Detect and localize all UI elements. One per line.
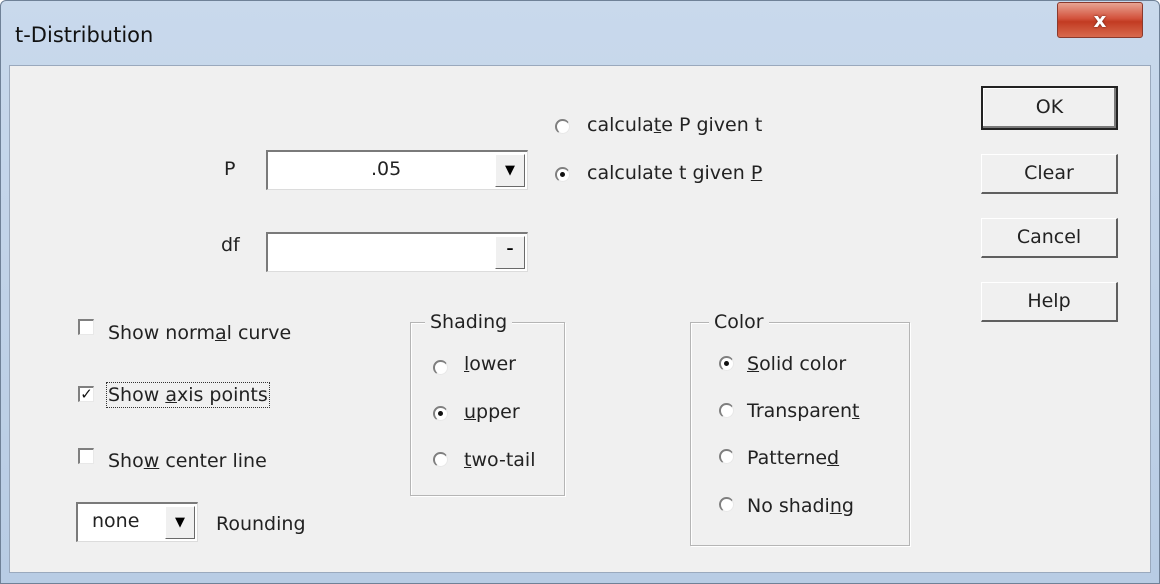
- rounding-value[interactable]: none: [92, 510, 139, 532]
- close-button[interactable]: x: [1057, 2, 1143, 38]
- show-normal-curve-checkbox[interactable]: [78, 319, 94, 335]
- dialog-window: t-Distribution x calculate P given t cal…: [0, 0, 1160, 584]
- radio-color-no-shading[interactable]: [719, 497, 734, 512]
- check-icon: ✓: [80, 385, 93, 403]
- radio-calculate-t[interactable]: [555, 167, 570, 182]
- df-combobox[interactable]: –: [266, 232, 528, 272]
- radio-color-patterned[interactable]: [719, 449, 734, 464]
- rounding-dropdown-button[interactable]: ▼: [165, 506, 195, 539]
- p-label: P: [224, 158, 236, 180]
- p-value[interactable]: .05: [371, 158, 401, 180]
- radio-color-solid[interactable]: [719, 356, 734, 371]
- show-axis-points-label[interactable]: Show axis points: [106, 382, 270, 408]
- p-dropdown-button[interactable]: ▼: [495, 154, 525, 187]
- radio-shading-two-tail-label[interactable]: two-tail: [464, 449, 535, 471]
- show-center-line-checkbox[interactable]: [78, 448, 94, 464]
- radio-color-solid-label[interactable]: Solid color: [747, 353, 846, 375]
- radio-color-transparent-label[interactable]: Transparent: [747, 400, 860, 422]
- p-combobox[interactable]: .05 ▼: [266, 150, 528, 190]
- shading-group-title: Shading: [425, 311, 513, 333]
- radio-color-no-shading-label[interactable]: No shading: [747, 495, 854, 517]
- radio-calculate-t-label[interactable]: calculate t given P: [587, 162, 762, 184]
- show-axis-points-checkbox[interactable]: ✓: [78, 386, 94, 402]
- dialog-client-area: calculate P given t calculate t given P …: [9, 65, 1151, 573]
- radio-shading-upper[interactable]: [433, 406, 448, 421]
- radio-shading-lower-label[interactable]: lower: [464, 353, 516, 375]
- rounding-combobox[interactable]: none ▼: [76, 502, 198, 542]
- title-bar[interactable]: t-Distribution x: [1, 1, 1159, 65]
- radio-color-patterned-label[interactable]: Patterned: [747, 447, 839, 469]
- clear-button[interactable]: Clear: [981, 154, 1118, 194]
- chevron-down-icon: ▼: [175, 515, 185, 530]
- shading-group: Shading lower upper two-tail: [410, 311, 565, 496]
- show-center-line-label[interactable]: Show center line: [108, 450, 267, 472]
- radio-shading-lower[interactable]: [433, 360, 448, 375]
- radio-shading-two-tail[interactable]: [433, 452, 448, 467]
- color-group-title: Color: [709, 311, 769, 333]
- ok-button[interactable]: OK: [981, 86, 1118, 130]
- show-normal-curve-label[interactable]: Show normal curve: [108, 322, 291, 344]
- radio-color-transparent[interactable]: [719, 403, 734, 418]
- color-group: Color Solid color Transparent Patterned …: [690, 311, 910, 546]
- window-title: t-Distribution: [15, 23, 154, 47]
- dash-icon: –: [506, 241, 514, 257]
- radio-shading-upper-label[interactable]: upper: [464, 401, 520, 423]
- rounding-label: Rounding: [216, 513, 306, 535]
- close-icon: x: [1093, 8, 1107, 32]
- help-button[interactable]: Help: [981, 282, 1118, 322]
- df-dropdown-button[interactable]: –: [495, 236, 525, 269]
- radio-calculate-p-label[interactable]: calculate P given t: [587, 114, 762, 136]
- cancel-button[interactable]: Cancel: [981, 218, 1118, 258]
- radio-calculate-p[interactable]: [555, 119, 570, 134]
- chevron-down-icon: ▼: [505, 163, 515, 178]
- df-label: df: [221, 234, 240, 256]
